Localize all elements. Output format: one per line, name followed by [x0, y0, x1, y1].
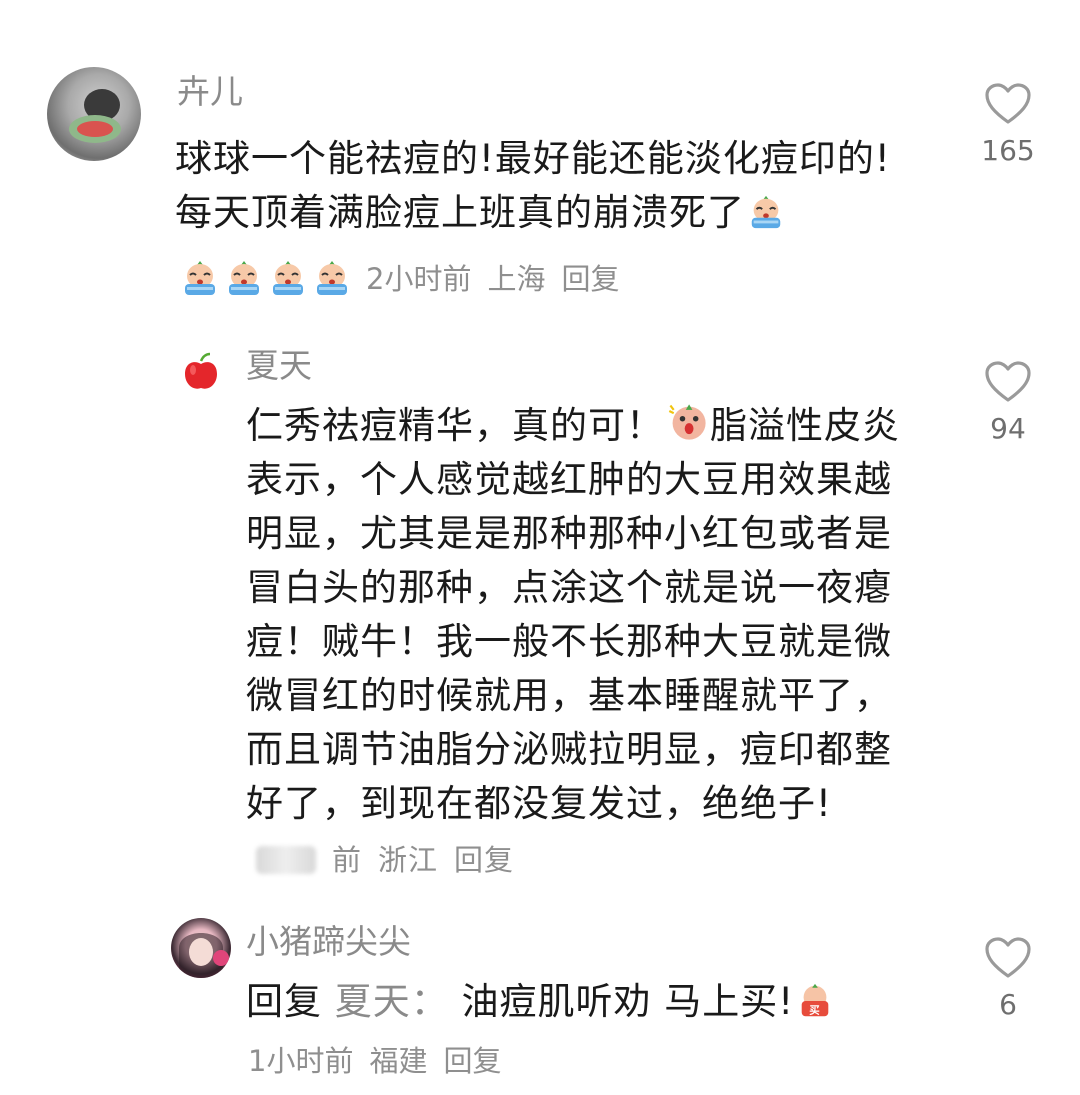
- comment-body: 油痘肌听劝 马上买!: [461, 980, 795, 1023]
- apple-icon: [185, 352, 217, 389]
- like-count: 94: [990, 412, 1026, 445]
- heart-icon[interactable]: [984, 82, 1032, 126]
- avatar-photo: [179, 933, 229, 978]
- comment-text: 仁秀祛痘精华，真的可！ 脂溢性皮炎表示，个人感觉越红肿的大豆用效果越明显，尤其是是…: [246, 399, 921, 885]
- user-avatar[interactable]: [171, 918, 231, 978]
- comment-meta: 1小时前 福建 回复: [248, 1041, 517, 1081]
- like-count: 6: [999, 988, 1017, 1021]
- buy-emoji-icon: [796, 982, 834, 1020]
- reply-prefix: 回复: [246, 980, 322, 1023]
- comment-text: 球球一个能祛痘的!最好能还能淡化痘印的!每天顶着满脸痘上班真的崩溃死了: [175, 132, 915, 240]
- username[interactable]: 夏天: [246, 346, 312, 386]
- heart-icon[interactable]: [984, 936, 1032, 980]
- reply-target-username[interactable]: 夏天：: [335, 980, 449, 1023]
- username[interactable]: 卉儿: [177, 72, 243, 112]
- emoji-row: [178, 258, 354, 302]
- avatar-photo: [69, 89, 121, 143]
- comment-body-part2: 脂溢性皮炎表示，个人感觉越红肿的大豆用效果越明显，尤其是是那种那种小红包或者是冒…: [246, 404, 900, 825]
- reply-link[interactable]: 回复: [443, 1044, 501, 1078]
- crying-emoji-icon: [180, 258, 220, 298]
- reply-link[interactable]: 回复: [561, 262, 619, 296]
- like-button[interactable]: 94: [958, 360, 1058, 445]
- username[interactable]: 小猪蹄尖尖: [246, 922, 411, 962]
- comment-body-part1: 仁秀祛痘精华，真的可！: [246, 404, 664, 447]
- location: 浙江: [378, 843, 439, 877]
- location: 上海: [487, 262, 546, 296]
- crying-emoji-icon: [747, 193, 785, 231]
- crying-emoji-icon: [268, 258, 308, 298]
- like-button[interactable]: 165: [958, 82, 1058, 167]
- comment-meta: 2小时前 上海 回复: [366, 259, 635, 299]
- crying-emoji-icon: [224, 258, 264, 298]
- shocked-emoji-icon: [666, 400, 710, 444]
- timestamp: 前: [332, 843, 363, 877]
- location: 福建: [369, 1044, 428, 1078]
- timestamp: 2小时前: [366, 262, 472, 296]
- crying-emoji-icon: [312, 258, 352, 298]
- comment-text: 回复 夏天： 油痘肌听劝 马上买!: [246, 975, 946, 1029]
- like-button[interactable]: 6: [958, 936, 1058, 1021]
- comment-meta: 前浙江 回复: [256, 843, 530, 877]
- timestamp: 1小时前: [248, 1044, 354, 1078]
- like-count: 165: [981, 134, 1035, 167]
- reply-link[interactable]: 回复: [454, 843, 514, 877]
- user-avatar[interactable]: [181, 352, 221, 392]
- redacted-time: [256, 846, 316, 874]
- heart-icon[interactable]: [984, 360, 1032, 404]
- user-avatar[interactable]: [47, 67, 141, 161]
